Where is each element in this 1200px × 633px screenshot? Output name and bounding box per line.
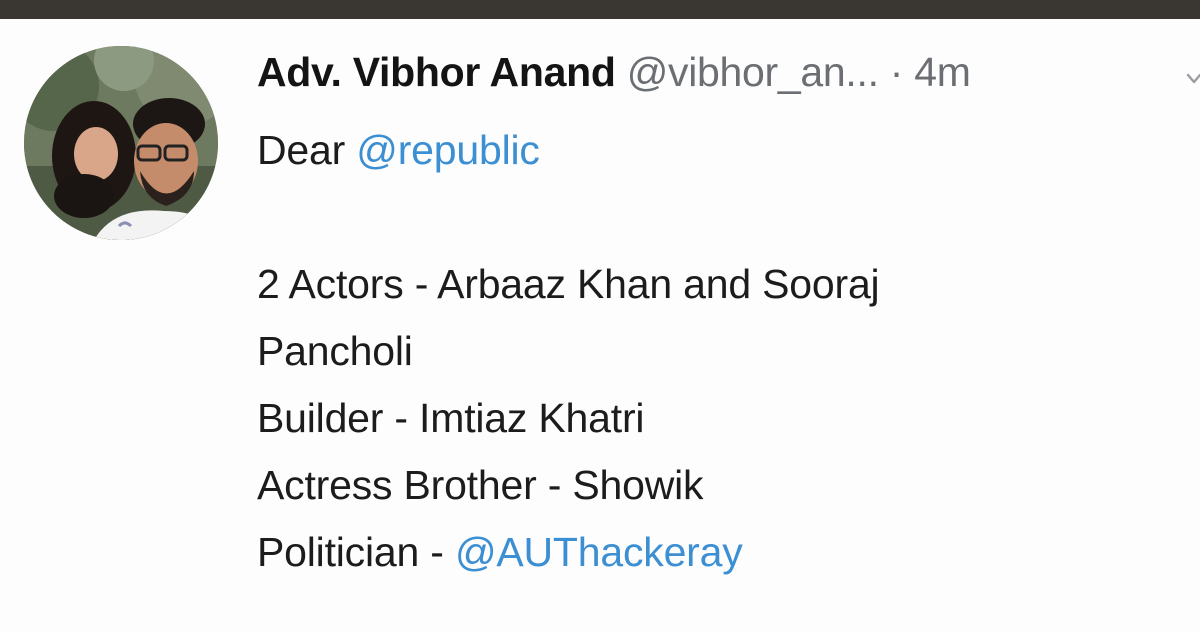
tweet-timestamp[interactable]: 4m bbox=[914, 49, 971, 95]
author-handle[interactable]: @vibhor_an... bbox=[627, 49, 879, 95]
tweet-text: Dear @republic 2 Actors - Arbaaz Khan an… bbox=[257, 117, 1177, 586]
politician-line: Politician - @AUThackeray bbox=[257, 519, 1177, 586]
avatar[interactable] bbox=[24, 46, 218, 240]
author-name[interactable]: Adv. Vibhor Anand bbox=[257, 49, 616, 95]
mention-link[interactable]: @republic bbox=[356, 127, 540, 173]
greeting-prefix: Dear bbox=[257, 127, 346, 173]
header-separator: · bbox=[889, 49, 904, 95]
politician-prefix: Politician - bbox=[257, 529, 444, 575]
tweet-header: Adv. Vibhor Anand @vibhor_an... · 4m bbox=[257, 47, 971, 97]
text-line: Actress Brother - Showik bbox=[257, 462, 704, 508]
greeting-line: Dear @republic bbox=[257, 117, 1177, 184]
text-line: Builder - Imtiaz Khatri bbox=[257, 395, 645, 441]
avatar-photo bbox=[24, 46, 218, 240]
top-bar bbox=[0, 0, 1200, 19]
text-line: 2 Actors - Arbaaz Khan and Sooraj bbox=[257, 261, 880, 307]
tweet-card[interactable]: Adv. Vibhor Anand @vibhor_an... · 4m Dea… bbox=[0, 19, 1200, 633]
text-line: Pancholi bbox=[257, 328, 413, 374]
chevron-down-icon[interactable] bbox=[1186, 71, 1200, 87]
mention-link[interactable]: @AUThackeray bbox=[455, 529, 743, 575]
